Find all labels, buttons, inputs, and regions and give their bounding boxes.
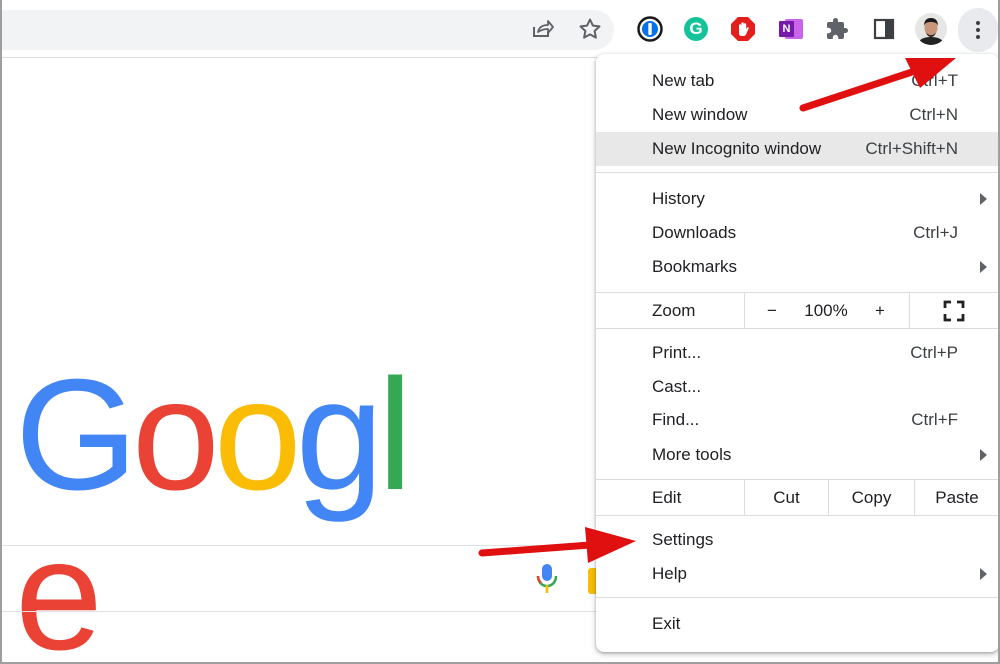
menu-separator: [596, 172, 999, 173]
submenu-arrow-icon: [980, 568, 987, 580]
zoom-level: 100%: [804, 300, 848, 320]
edit-row: Edit Cut Copy Paste: [596, 479, 999, 516]
grammarly-letter: G: [684, 17, 708, 41]
menu-item-label: New window: [652, 105, 748, 124]
cut-button[interactable]: Cut: [745, 480, 828, 515]
zoom-out-button[interactable]: −: [756, 293, 788, 328]
search-box-top-border: [0, 545, 600, 546]
logo-letter: l: [377, 347, 413, 523]
menu-item-new-tab[interactable]: New tab Ctrl+T: [596, 64, 999, 98]
copy-button[interactable]: Copy: [829, 480, 914, 515]
lens-icon[interactable]: [588, 568, 596, 594]
onenote-icon[interactable]: N: [776, 14, 806, 44]
logo-letter: o: [131, 347, 220, 523]
menu-item-label: More tools: [652, 445, 732, 464]
zoom-divider: [909, 293, 910, 328]
submenu-arrow-icon: [980, 449, 987, 461]
menu-item-more-tools[interactable]: More tools: [596, 438, 999, 472]
submenu-arrow-icon: [980, 193, 987, 205]
adblock-icon[interactable]: [728, 14, 758, 44]
menu-item-label: Find...: [652, 410, 700, 429]
side-panel-icon[interactable]: [869, 14, 899, 44]
avatar[interactable]: [914, 12, 948, 46]
star-icon[interactable]: [575, 14, 605, 44]
menu-item-label: New tab: [652, 71, 715, 90]
submenu-arrow-icon: [980, 261, 987, 273]
zoom-row: Zoom − 100% +: [596, 292, 999, 329]
menu-item-downloads[interactable]: Downloads Ctrl+J: [596, 216, 999, 250]
onenote-letter: N: [779, 21, 794, 37]
google-logo: Googl e: [15, 347, 435, 664]
menu-item-label: Settings: [652, 530, 714, 549]
onenote-badge: N: [779, 17, 803, 41]
logo-letter: e: [15, 507, 103, 664]
menu-item-shortcut: Ctrl+N: [909, 105, 958, 124]
chrome-menu: New tab Ctrl+T New window Ctrl+N New Inc…: [596, 54, 999, 652]
menu-item-help[interactable]: Help: [596, 557, 999, 591]
menu-item-label: Downloads: [652, 223, 737, 242]
menu-item-exit[interactable]: Exit: [596, 607, 999, 641]
menu-item-cast[interactable]: Cast...: [596, 370, 999, 404]
menu-item-label: History: [652, 189, 705, 208]
menu-item-label: Bookmarks: [652, 257, 738, 276]
fullscreen-icon[interactable]: [936, 293, 972, 328]
menu-item-history[interactable]: History: [596, 182, 999, 216]
search-box-bottom-border: [0, 611, 600, 612]
menu-item-new-window[interactable]: New window Ctrl+N: [596, 98, 999, 132]
share-icon[interactable]: [527, 14, 557, 44]
menu-item-shortcut: Ctrl+Shift+N: [865, 139, 958, 158]
browser-toolbar: G N: [0, 0, 1000, 58]
menu-item-label: Help: [652, 564, 687, 583]
address-bar[interactable]: [0, 10, 614, 50]
menu-item-print[interactable]: Print... Ctrl+P: [596, 336, 999, 370]
zoom-label: Zoom: [652, 300, 696, 320]
kebab-menu-icon[interactable]: [958, 8, 998, 52]
logo-letter: g: [295, 347, 384, 523]
menu-item-label: Cast...: [652, 377, 702, 396]
menu-separator: [596, 597, 999, 598]
logo-letter: G: [15, 347, 138, 523]
zoom-divider: [744, 293, 745, 328]
menu-item-shortcut: Ctrl+J: [913, 223, 958, 242]
menu-item-label: Print...: [652, 343, 702, 362]
grammarly-icon[interactable]: G: [681, 14, 711, 44]
mic-icon[interactable]: [536, 563, 558, 600]
onepassword-icon[interactable]: [635, 14, 665, 44]
logo-letter: o: [213, 347, 302, 523]
paste-button[interactable]: Paste: [915, 480, 999, 515]
menu-item-shortcut: Ctrl+F: [911, 410, 958, 429]
menu-item-label: New Incognito window: [652, 139, 822, 158]
menu-item-find[interactable]: Find... Ctrl+F: [596, 403, 999, 437]
menu-item-label: Exit: [652, 614, 681, 633]
menu-item-shortcut: Ctrl+T: [911, 71, 958, 90]
edit-label: Edit: [652, 487, 682, 507]
zoom-in-button[interactable]: +: [864, 293, 896, 328]
menu-item-settings[interactable]: Settings: [596, 523, 999, 557]
menu-item-bookmarks[interactable]: Bookmarks: [596, 250, 999, 284]
extensions-icon[interactable]: [822, 14, 852, 44]
menu-item-new-incognito-window[interactable]: New Incognito window Ctrl+Shift+N: [596, 132, 999, 166]
menu-item-shortcut: Ctrl+P: [910, 343, 958, 362]
